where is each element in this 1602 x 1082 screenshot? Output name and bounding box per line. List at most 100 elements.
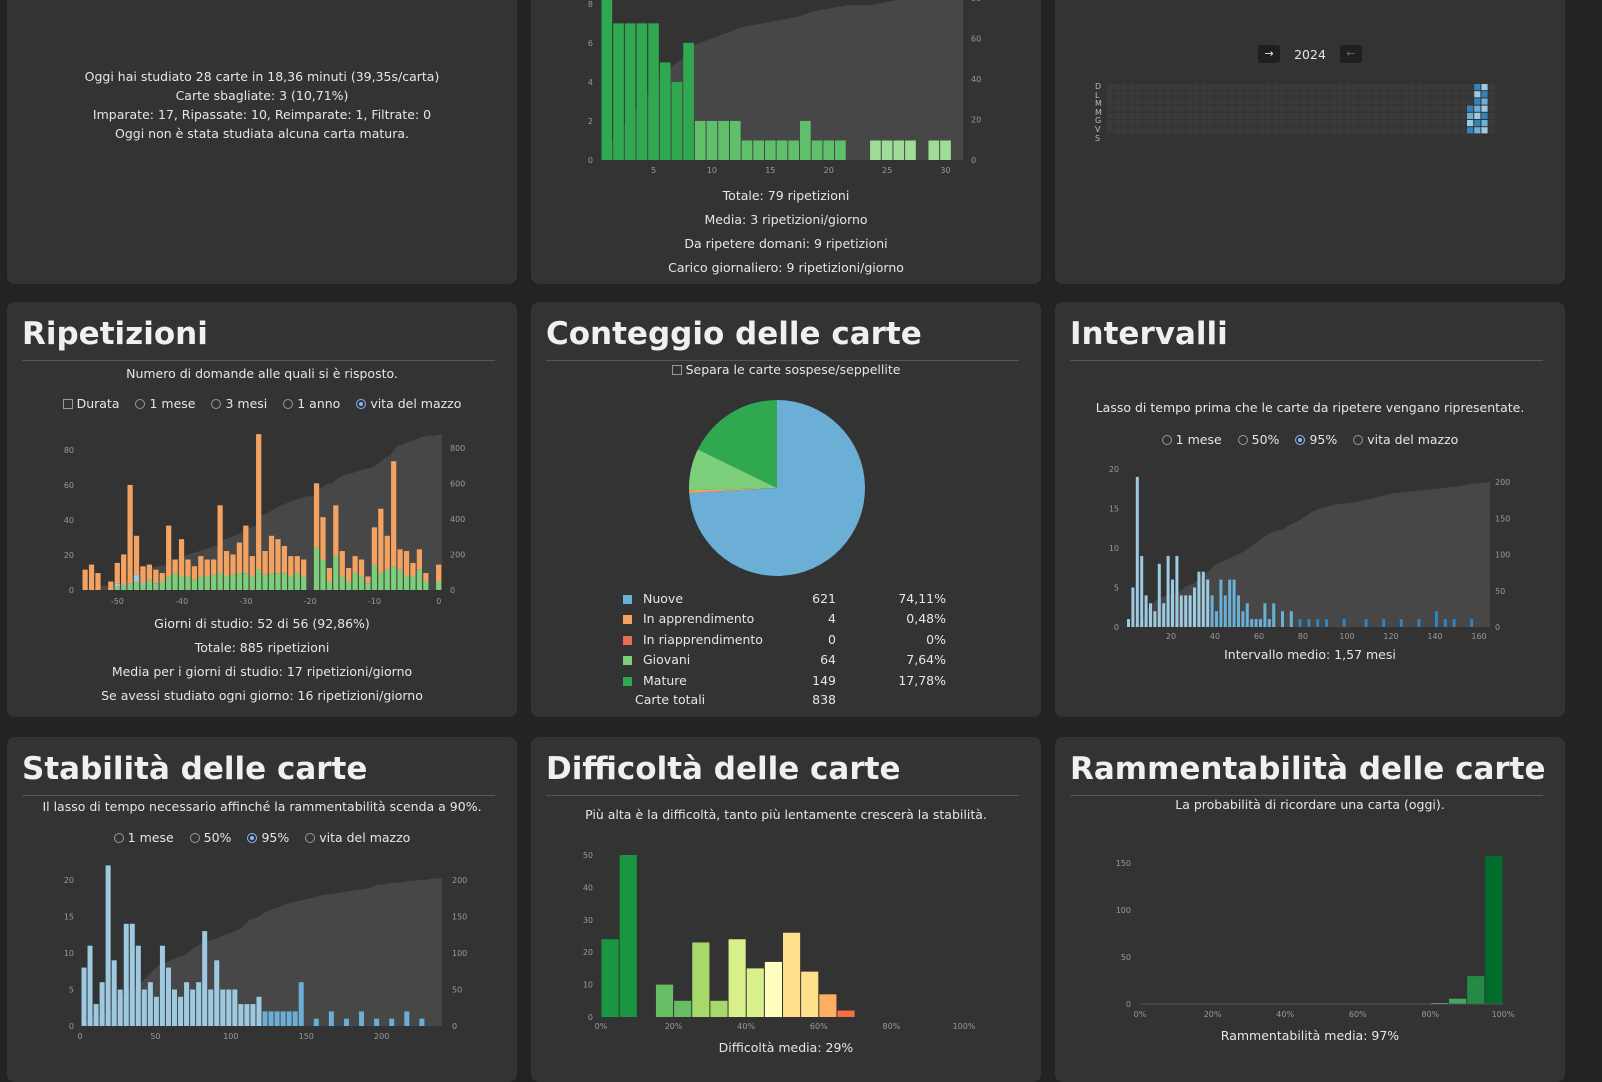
intervals-deck-life-radio[interactable]: vita del mazzo — [1353, 432, 1458, 447]
x-tick-label: 15 — [765, 166, 775, 175]
counts-row-young[interactable]: Giovani 64 7,64% — [531, 650, 1041, 670]
stability-bar — [343, 1018, 349, 1026]
intervals-50pct-radio[interactable]: 50% — [1237, 432, 1279, 447]
heatmap-day — [1481, 84, 1488, 91]
reviews-3months-radio[interactable]: 3 mesi — [211, 396, 267, 411]
future-stat-tomorrow: Da ripetere domani: 9 ripetizioni — [684, 236, 888, 251]
due-bar — [823, 140, 835, 160]
review-bar — [217, 573, 223, 590]
counts-row-mature[interactable]: Mature 149 17,78% — [531, 671, 1041, 691]
heatmap-day — [1323, 105, 1330, 112]
due-bar — [659, 62, 671, 160]
review-bar — [281, 573, 288, 590]
heatmap-day — [1114, 84, 1121, 91]
difficulty-bar — [746, 968, 764, 1017]
heatmap-day — [1308, 84, 1315, 91]
heatmap-day — [1395, 127, 1402, 134]
review-bar — [288, 576, 294, 590]
x-tick-label: 150 — [299, 1032, 314, 1041]
review-bar — [191, 579, 198, 590]
heatmap-day — [1186, 127, 1193, 134]
x-tick-label: 20% — [1204, 1010, 1222, 1019]
heatmap-day — [1395, 105, 1402, 112]
heatmap-day — [1215, 120, 1222, 127]
heatmap-day — [1287, 84, 1294, 91]
heatmap-day — [1236, 120, 1243, 127]
heatmap-day — [1294, 127, 1301, 134]
review-bar — [320, 559, 326, 590]
reviews-duration-checkbox[interactable]: Durata — [62, 396, 120, 411]
heatmap-day — [1193, 98, 1200, 105]
heatmap-day — [1135, 105, 1142, 112]
counts-row-relearning[interactable]: In riapprendimento 0 0% — [531, 630, 1041, 650]
heatmap-day — [1301, 127, 1308, 134]
difficulty-bar — [619, 855, 637, 1017]
stability-chart: 051015200501001502000 50 100 150 200 — [64, 865, 467, 1041]
reviews-1year-radio[interactable]: 1 anno — [283, 396, 340, 411]
x-tick-label: 40 — [1210, 632, 1220, 641]
stability-95pct-radio[interactable]: 95% — [247, 830, 289, 845]
counts-row-learning[interactable]: In apprendimento 4 0,48% — [531, 609, 1041, 629]
y-tick-label: 0 — [971, 156, 976, 165]
stability-bar — [262, 1011, 268, 1026]
heatmap-day — [1359, 127, 1366, 134]
review-bar — [301, 576, 307, 590]
reviews-chart: 0204060800200400600800-50 -40 -30 -20 -10 0 — [64, 434, 465, 606]
x-tick-label: 20% — [665, 1022, 683, 1031]
review-bar — [153, 583, 159, 590]
heatmap-day — [1467, 120, 1474, 127]
review-bar — [204, 559, 210, 577]
interval-bar — [1162, 603, 1166, 627]
x-tick-label: 100 — [223, 1032, 238, 1041]
heatmap-day — [1215, 98, 1222, 105]
intervals-95pct-radio[interactable]: 95% — [1295, 432, 1337, 447]
heatmap-day — [1323, 127, 1330, 134]
reviews-deck-life-radio[interactable]: vita del mazzo — [356, 396, 461, 411]
stability-bar — [214, 960, 220, 1026]
heatmap-day — [1164, 120, 1171, 127]
stability-deck-life-radio[interactable]: vita del mazzo — [305, 830, 410, 845]
heatmap-day — [1337, 98, 1344, 105]
heatmap-day — [1344, 127, 1351, 134]
heatmap-day — [1294, 98, 1301, 105]
y-tick-label: 20 — [64, 876, 74, 885]
x-tick-label: -50 — [111, 597, 124, 606]
review-bar — [371, 527, 378, 565]
due-bar — [905, 140, 916, 160]
heatmap-day — [1409, 98, 1416, 105]
heatmap-day — [1272, 105, 1279, 112]
separate-suspended-checkbox[interactable]: Separa le carte sospese/seppellite — [671, 362, 900, 377]
stability-50pct-radio[interactable]: 50% — [189, 830, 231, 845]
difficulty-bar — [655, 984, 674, 1017]
review-bar — [159, 581, 165, 590]
due-bar — [729, 120, 741, 160]
calendar-prev-button[interactable]: ← — [1339, 45, 1362, 63]
heatmap-day — [1164, 112, 1171, 119]
intervals-1month-radio[interactable]: 1 mese — [1161, 432, 1222, 447]
heatmap-day — [1344, 112, 1351, 119]
due-bar — [601, 0, 613, 160]
stability-1month-radio[interactable]: 1 mese — [113, 830, 174, 845]
heatmap-day — [1409, 105, 1416, 112]
review-bar — [172, 573, 178, 590]
calendar-next-button[interactable]: → — [1258, 45, 1281, 63]
heatmap-day — [1107, 105, 1114, 112]
heatmap-day — [1301, 120, 1308, 127]
review-bar — [391, 566, 397, 590]
interval-bar — [1267, 619, 1271, 627]
heatmap-day — [1236, 105, 1243, 112]
heatmap-day — [1272, 112, 1279, 119]
interval-bar — [1232, 579, 1236, 627]
heatmap-day — [1467, 105, 1474, 112]
heatmap-day — [1344, 98, 1351, 105]
review-bar — [178, 539, 185, 577]
review-bar — [391, 461, 397, 567]
reviews-1month-radio[interactable]: 1 mese — [135, 396, 195, 411]
heatmap-day — [1459, 105, 1466, 112]
counts-row-new[interactable]: Nuove 621 74,11% — [531, 589, 1041, 609]
x-tick-label: 0 — [436, 597, 441, 606]
retrievability-bar — [1467, 976, 1485, 1004]
interval-bar — [1417, 619, 1421, 627]
review-bar — [256, 569, 262, 590]
retrievability-chart: 0 50 100 150 0% 20% 40% 60% 80% 100% — [1116, 855, 1515, 1019]
